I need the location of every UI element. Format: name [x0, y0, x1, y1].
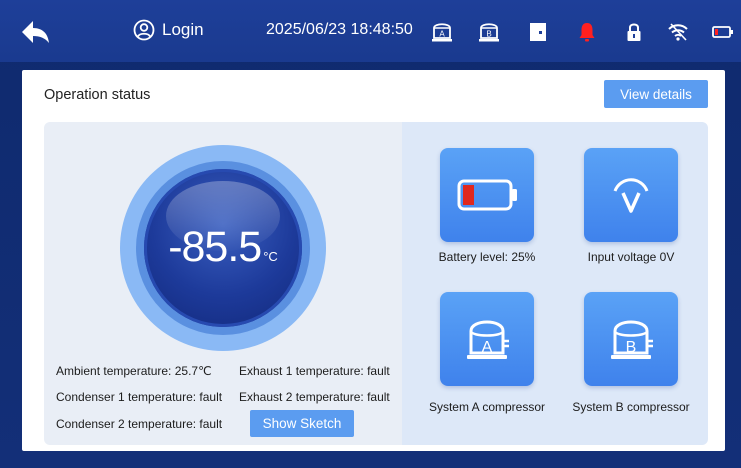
- compressor-a-letter: A: [482, 339, 493, 356]
- wifi-status[interactable]: [666, 20, 690, 44]
- exhaust-2-temperature: Exhaust 2 temperature: fault: [239, 390, 390, 404]
- datetime-display: 2025/06/23 18:48:50: [266, 21, 413, 38]
- svg-text:A: A: [439, 30, 445, 39]
- compressor-a-status[interactable]: A: [430, 20, 454, 44]
- compressor-b-letter: B: [626, 339, 637, 356]
- wifi-icon: [668, 23, 688, 41]
- operation-status-panel: Operation status View details -85.5 °C Am…: [22, 70, 725, 451]
- battery-level-icon: [457, 179, 517, 211]
- battery-status[interactable]: [711, 20, 735, 44]
- compressor-b-large-icon: B: [611, 320, 653, 359]
- battery-level-fill: [463, 185, 474, 205]
- user-icon: [133, 19, 155, 41]
- gauge-value: -85.5: [168, 223, 262, 271]
- view-details-button[interactable]: View details: [604, 80, 708, 108]
- lock-status[interactable]: [622, 20, 646, 44]
- top-bar: Login 2025/06/23 18:48:50 A B: [0, 0, 741, 62]
- alarm-status[interactable]: [575, 20, 599, 44]
- compressor-b-status[interactable]: B: [477, 20, 501, 44]
- gauge-unit: °C: [263, 249, 278, 264]
- lock-icon: [627, 23, 641, 41]
- condenser-1-temperature: Condenser 1 temperature: fault: [56, 390, 223, 404]
- panel-title: Operation status: [44, 87, 151, 103]
- compressor-b-icon: B: [479, 23, 499, 42]
- door-status[interactable]: [526, 20, 550, 44]
- ambient-temperature: Ambient temperature: 25.7℃: [56, 364, 212, 378]
- voltage-icon: [613, 178, 649, 213]
- back-button[interactable]: [20, 18, 52, 46]
- system-b-compressor-tile[interactable]: B: [584, 292, 678, 386]
- compressor-a-large-icon: A: [467, 320, 509, 359]
- battery-level-label: Battery level: 25%: [438, 250, 536, 264]
- system-a-compressor-tile[interactable]: A: [440, 292, 534, 386]
- system-b-compressor-label: System B compressor: [572, 400, 690, 414]
- condenser-2-temperature: Condenser 2 temperature: fault: [56, 417, 223, 431]
- battery-level-tile[interactable]: [440, 148, 534, 242]
- battery-icon: [712, 26, 733, 38]
- login-button[interactable]: Login: [133, 19, 204, 41]
- gauge-value-display: -85.5 °C: [144, 223, 302, 272]
- login-label: Login: [162, 20, 204, 39]
- door-icon: [530, 23, 546, 41]
- alarm-bell-icon: [579, 23, 595, 42]
- temperature-gauge: -85.5 °C: [144, 169, 302, 327]
- exhaust-1-temperature: Exhaust 1 temperature: fault: [239, 364, 390, 378]
- system-a-compressor-label: System A compressor: [428, 400, 546, 414]
- input-voltage-label: Input voltage 0V: [587, 250, 675, 264]
- compressor-a-icon: A: [432, 23, 452, 42]
- show-sketch-button[interactable]: Show Sketch: [250, 410, 354, 437]
- input-voltage-tile[interactable]: [584, 148, 678, 242]
- back-arrow-icon: [22, 21, 49, 43]
- svg-text:B: B: [486, 30, 491, 39]
